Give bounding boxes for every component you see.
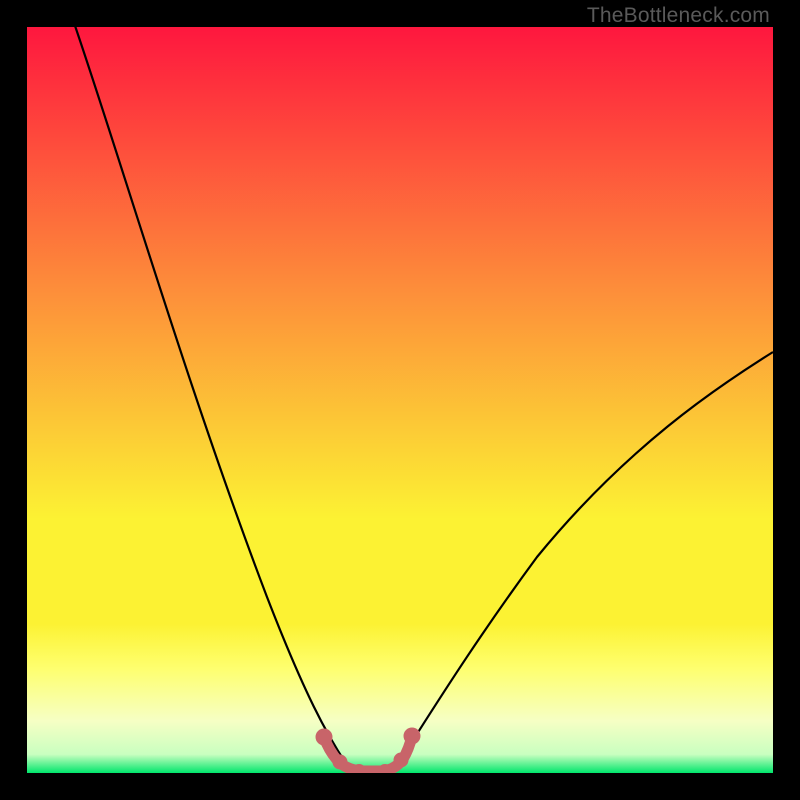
bottleneck-curve-layer [27,27,773,773]
highlight-dot-mid4 [394,753,409,768]
highlight-dot-right [404,728,421,745]
plot-area [27,27,773,773]
chart-frame: TheBottleneck.com [0,0,800,800]
watermark-text: TheBottleneck.com [587,4,770,28]
highlight-dot-left [316,729,333,746]
highlight-dot-mid1 [333,755,348,770]
right-branch-curve [397,352,773,765]
left-branch-curve [72,27,347,765]
